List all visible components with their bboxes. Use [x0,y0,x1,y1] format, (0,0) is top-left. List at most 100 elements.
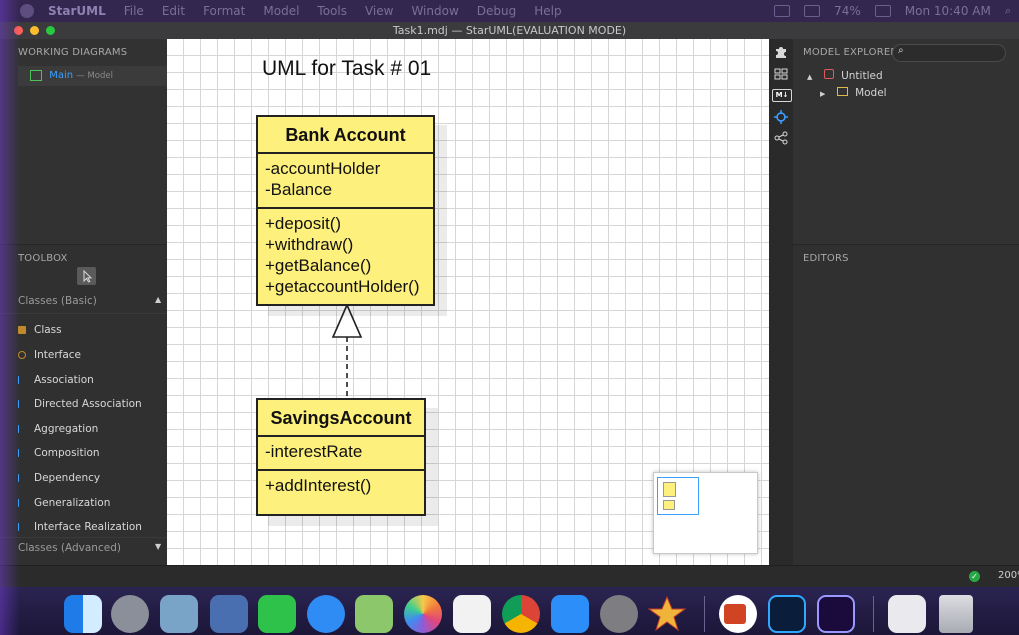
app-store-icon[interactable] [551,595,589,633]
expanded-caret-icon[interactable]: ▲ [807,73,812,81]
tool-directed-association[interactable]: Directed Association [18,395,142,413]
tool-class[interactable]: Class [18,321,62,339]
screen: StarUML File Edit Format Model Tools Vie… [0,0,1019,635]
capcut-icon[interactable] [453,595,491,633]
photoshop-icon[interactable] [768,595,806,633]
class-bank-account[interactable]: Bank Account -accountHolder -Balance +de… [256,115,435,306]
attribute-compartment[interactable]: -interestRate [258,437,424,471]
collapsed-caret-icon[interactable]: ▶ [820,90,825,98]
menu-tools[interactable]: Tools [317,4,347,18]
trash-icon[interactable] [939,595,973,633]
menu-help[interactable]: Help [534,4,561,18]
attribute[interactable]: -accountHolder [265,158,433,179]
tool-generalization[interactable]: Generalization [18,494,110,512]
navigator-crosshair-icon[interactable] [773,109,789,125]
attribute[interactable]: -Balance [265,179,433,200]
tool-label: Composition [34,447,100,459]
working-diagram-item[interactable]: Main — Model [18,66,167,86]
validation-ok-icon[interactable]: ✓ [969,571,980,582]
facetime-icon[interactable] [258,595,296,633]
working-diagrams-header: WORKING DIAGRAMS [18,47,128,58]
close-window-button[interactable] [14,26,23,35]
cursor-arrow-icon [83,269,93,283]
menu-app-name[interactable]: StarUML [48,4,106,18]
aggregation-icon [18,425,19,433]
menu-debug[interactable]: Debug [477,4,516,18]
menu-file[interactable]: File [124,4,144,18]
staruml-icon[interactable] [647,595,687,633]
tool-interface[interactable]: Interface [18,346,81,364]
photos-icon[interactable] [404,595,442,633]
class-name[interactable]: Bank Account [258,117,433,154]
powerpoint-icon[interactable] [719,595,757,633]
tool-label: Generalization [34,497,111,509]
maps-icon[interactable] [355,595,393,633]
model-explorer-header: MODEL EXPLORER [803,47,898,58]
tree-label: Model [855,87,887,99]
menu-model[interactable]: Model [263,4,299,18]
attribute[interactable]: -interestRate [265,441,424,462]
tree-item-project[interactable]: ▲ Untitled [807,69,883,82]
operation[interactable]: +getBalance() [265,255,433,276]
operation[interactable]: +addInterest() [265,475,424,496]
menu-window[interactable]: Window [411,4,458,18]
diagram-minimap[interactable] [653,472,758,554]
zoom-window-button[interactable] [46,26,55,35]
class-savings-account[interactable]: SavingsAccount -interestRate +addInteres… [256,398,426,516]
toolbox-group-basic[interactable]: Classes (Basic) [18,295,97,307]
presentation-icon[interactable] [888,595,926,633]
diagram-owner: — Model [76,71,113,81]
zoom-level[interactable]: 200% [998,570,1019,581]
operation-compartment[interactable]: +addInterest() [258,471,424,496]
collapse-caret-icon[interactable]: ▲ [155,295,161,304]
tool-association[interactable]: Association [18,371,94,389]
spotlight-icon[interactable]: ⌕ [1005,4,1011,18]
tool-dependency[interactable]: Dependency [18,469,100,487]
operation[interactable]: +getaccountHolder() [265,276,433,297]
chrome-icon[interactable] [502,595,540,633]
toolbox-panel: TOOLBOX Classes (Basic) ▲ Class Interfac… [0,244,167,566]
battery-percent[interactable]: 74% [834,4,861,18]
tool-aggregation[interactable]: Aggregation [18,420,98,438]
search-icon: ⌕ [898,45,904,56]
class-name[interactable]: SavingsAccount [258,400,424,437]
markdown-icon[interactable]: M↓ [772,89,792,102]
layout-grid-icon[interactable] [773,66,789,82]
generalization-arrowhead[interactable] [331,303,363,338]
tree-item-model[interactable]: ▶ Model [820,87,887,99]
sidebar-icon-strip: M↓ [769,39,793,565]
toolbox-group-advanced[interactable]: Classes (Advanced) [18,542,121,554]
system-preferences-icon[interactable] [600,595,638,633]
operation[interactable]: +deposit() [265,213,433,234]
menu-edit[interactable]: Edit [162,4,185,18]
menu-format[interactable]: Format [203,4,245,18]
finder-icon[interactable] [64,595,102,633]
extensions-puzzle-icon[interactable] [773,43,789,59]
launchpad-icon[interactable] [111,595,149,633]
battery-icon[interactable] [874,5,891,17]
screen-icon[interactable] [210,595,248,633]
expand-caret-icon[interactable]: ▼ [155,542,161,551]
operation-compartment[interactable]: +deposit() +withdraw() +getBalance() +ge… [258,209,433,297]
attribute-compartment[interactable]: -accountHolder -Balance [258,154,433,209]
share-nodes-icon[interactable] [773,130,789,146]
directed-association-icon [18,400,19,408]
preview-icon[interactable] [160,595,198,633]
messages-icon[interactable] [307,595,345,633]
clock[interactable]: Mon 10:40 AM [905,4,991,18]
display-icon[interactable] [804,5,821,17]
apple-icon[interactable] [20,4,34,18]
diagram-canvas[interactable]: UML for Task # 01 Bank Account -accountH… [167,39,769,565]
after-effects-icon[interactable] [817,595,855,633]
minimize-window-button[interactable] [30,26,39,35]
menu-view[interactable]: View [365,4,393,18]
tool-composition[interactable]: Composition [18,444,100,462]
pointer-tool[interactable] [77,267,96,285]
operation[interactable]: +withdraw() [265,234,433,255]
screen-record-icon[interactable] [774,5,791,17]
star-icon [647,595,687,632]
minimap-class-thumb [663,500,675,510]
model-search-input[interactable]: ⌕ [892,44,1006,62]
dock-separator [704,596,705,632]
tool-interface-realization[interactable]: Interface Realization [18,518,142,536]
